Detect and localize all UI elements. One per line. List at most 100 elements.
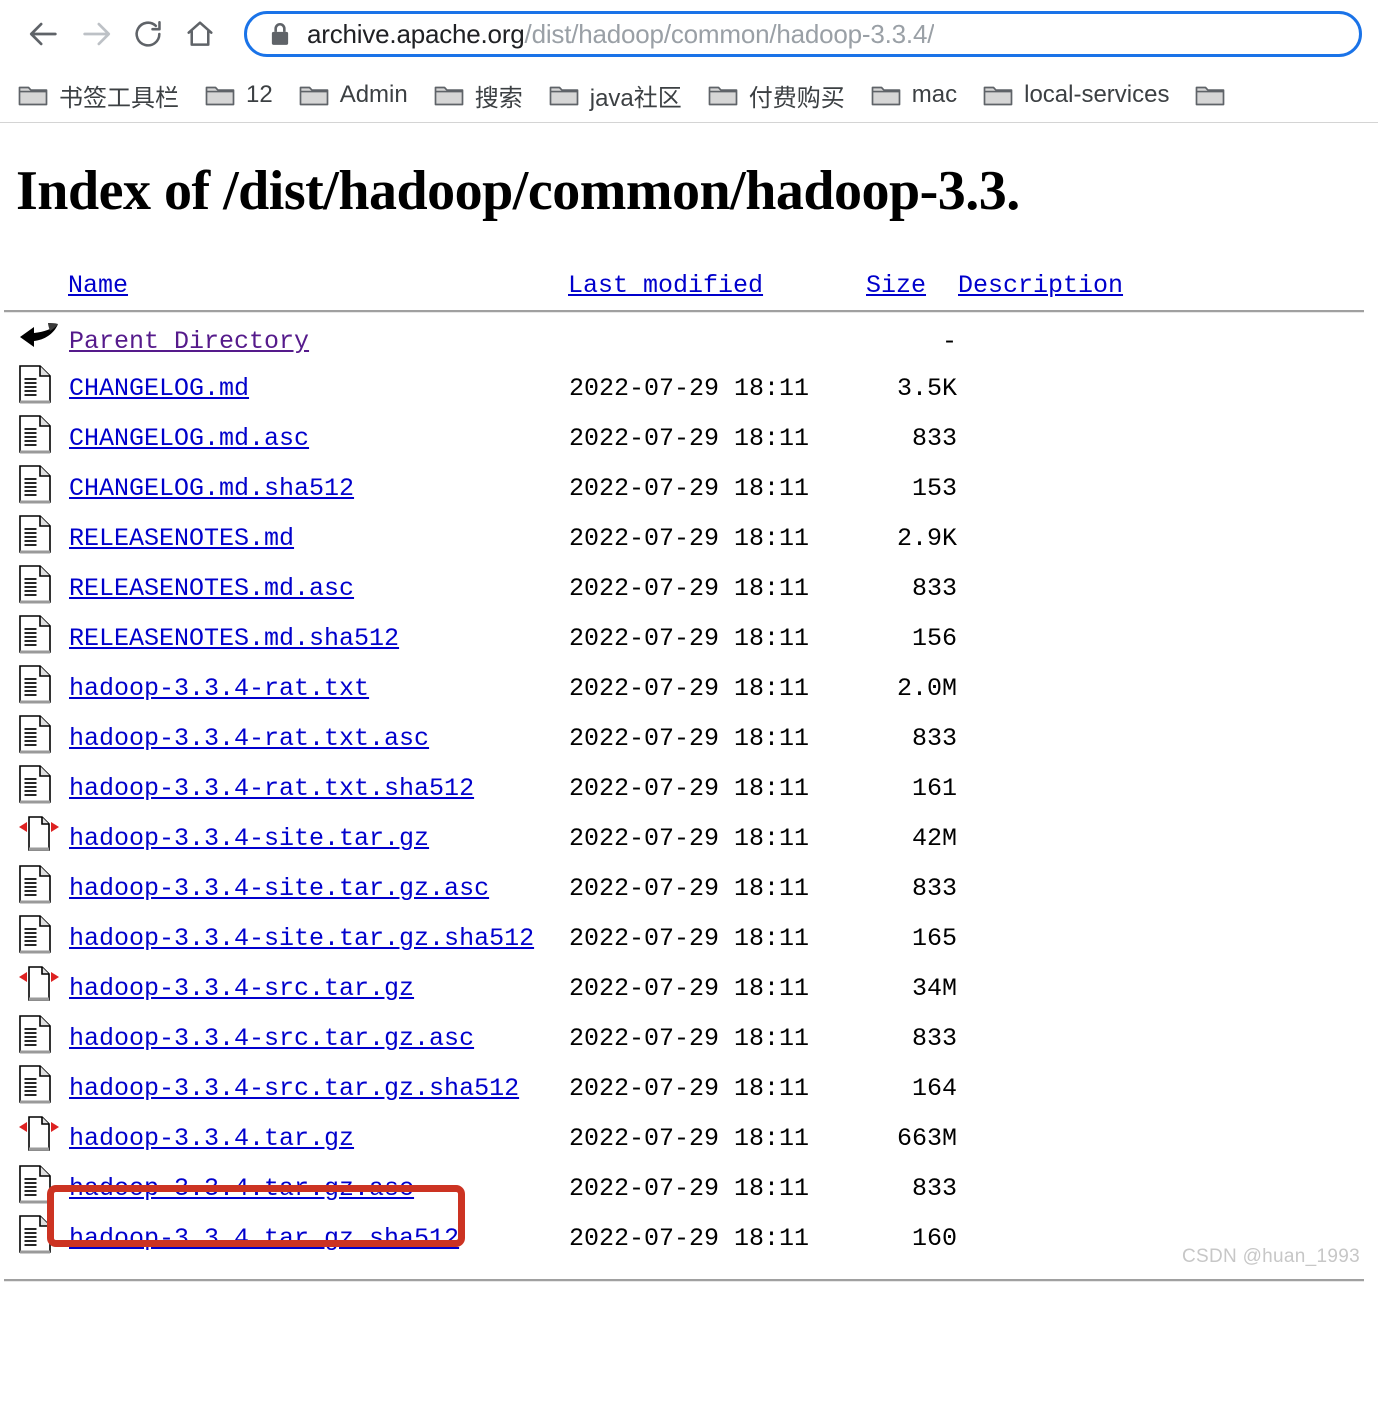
directory-index-page: Index of /dist/hadoop/common/hadoop-3.3.…	[0, 159, 1378, 1283]
row-last-modified-cell: 2022-07-29 18:11	[569, 523, 810, 553]
file-link[interactable]: hadoop-3.3.4-site.tar.gz	[69, 824, 429, 853]
bookmark-item-12[interactable]: 12	[205, 75, 273, 115]
footer-divider	[4, 1279, 1364, 1283]
row-last-modified-cell: 2022-07-29 18:11	[569, 423, 810, 453]
row-name-cell: hadoop-3.3.4-rat.txt.sha512	[68, 763, 568, 813]
row-description-cell	[958, 813, 1158, 863]
header-name-link[interactable]: Name	[68, 271, 128, 300]
header-size-link[interactable]: Size	[866, 271, 926, 300]
bookmark-label: 付费购买	[748, 84, 845, 112]
file-link[interactable]: hadoop-3.3.4.tar.gz.asc	[69, 1174, 414, 1203]
row-icon-cell	[4, 813, 68, 863]
row-last-modified-cell: 2022-07-29 18:11	[569, 823, 810, 853]
file-link[interactable]: CHANGELOG.md.asc	[69, 424, 309, 453]
row-icon-cell	[4, 1013, 68, 1063]
bookmark-item-mac[interactable]: mac	[871, 75, 957, 115]
row-icon-cell	[4, 463, 68, 513]
home-button[interactable]	[178, 12, 222, 56]
forward-button[interactable]	[74, 12, 118, 56]
back-button[interactable]	[22, 12, 66, 56]
table-row: hadoop-3.3.4-src.tar.gz 2022-07-29 18:11 3…	[4, 963, 1158, 1013]
url-path: /dist/hadoop/common/hadoop-3.3.4/	[524, 18, 935, 49]
text-file-icon	[18, 1064, 52, 1112]
row-last-modified-cell: 2022-07-29 18:11	[569, 1073, 810, 1103]
row-name-cell: CHANGELOG.md.asc	[68, 413, 568, 463]
header-last-modified-link[interactable]: Last modified	[568, 271, 763, 300]
file-link[interactable]: hadoop-3.3.4-rat.txt.asc	[69, 724, 429, 753]
table-row: hadoop-3.3.4-rat.txt.asc 2022-07-29 18:11…	[4, 713, 1158, 763]
row-size-cell: 2.0M	[896, 673, 957, 703]
folder-icon	[1195, 83, 1225, 107]
file-link[interactable]: hadoop-3.3.4.tar.gz.sha512	[69, 1224, 459, 1253]
arrow-left-icon	[27, 17, 61, 51]
table-row: hadoop-3.3.4-src.tar.gz.sha512 2022-07-29…	[4, 1063, 1158, 1113]
text-file-icon	[18, 364, 52, 412]
row-last-modified-cell: 2022-07-29 18:11	[569, 1023, 810, 1053]
bookmark-item-搜索[interactable]: 搜索	[434, 75, 523, 115]
text-file-icon	[18, 764, 52, 812]
text-file-icon	[18, 564, 52, 612]
text-file-icon	[18, 1214, 52, 1262]
back-arrow-icon	[18, 320, 62, 362]
bookmark-item-付费购买[interactable]: 付费购买	[708, 75, 845, 115]
browser-chrome: archive.apache.org/dist/hadoop/common/ha…	[0, 0, 1378, 123]
bookmark-item-local-services[interactable]: local-services	[983, 75, 1169, 115]
bookmark-item-书签工具栏[interactable]: 书签工具栏	[18, 75, 179, 115]
watermark: CSDN @huan_1993	[1181, 1246, 1360, 1268]
row-description-cell	[958, 763, 1158, 813]
folder-icon	[18, 83, 48, 107]
file-link[interactable]: hadoop-3.3.4-site.tar.gz.sha512	[69, 924, 534, 953]
header-divider	[4, 310, 1364, 314]
header-description-link[interactable]: Description	[958, 271, 1123, 300]
arrow-right-icon	[79, 17, 113, 51]
file-link[interactable]: hadoop-3.3.4-src.tar.gz.asc	[69, 1024, 474, 1053]
table-row: hadoop-3.3.4-rat.txt.sha512 2022-07-29 18…	[4, 763, 1158, 813]
header-size[interactable]: Size	[866, 271, 958, 306]
row-size-cell: 165	[911, 923, 957, 953]
row-size-cell: 833	[911, 1023, 957, 1053]
bookmark-label: mac	[911, 81, 958, 108]
bookmark-item-Admin[interactable]: Admin	[299, 75, 408, 115]
row-name-cell: hadoop-3.3.4-site.tar.gz.sha512	[68, 913, 568, 963]
address-bar[interactable]: archive.apache.org/dist/hadoop/common/ha…	[244, 11, 1362, 57]
compressed-file-icon	[18, 964, 60, 1012]
file-link[interactable]: RELEASENOTES.md	[69, 524, 294, 553]
table-row: hadoop-3.3.4.tar.gz.asc 2022-07-29 18:11 8…	[4, 1163, 1158, 1213]
url-text: archive.apache.org/dist/hadoop/common/ha…	[307, 19, 934, 50]
table-row: RELEASENOTES.md.asc 2022-07-29 18:11 833	[4, 563, 1158, 613]
row-size-cell: 833	[911, 873, 957, 903]
row-name-cell: RELEASENOTES.md.asc	[68, 563, 568, 613]
row-icon-cell	[4, 613, 68, 663]
row-icon-cell	[4, 963, 68, 1013]
reload-button[interactable]	[126, 12, 170, 56]
file-link[interactable]: CHANGELOG.md.sha512	[69, 474, 354, 503]
row-description-cell	[958, 1163, 1158, 1213]
file-link[interactable]: RELEASENOTES.md.sha512	[69, 624, 399, 653]
bookmark-item-java社区[interactable]: java社区	[549, 75, 682, 115]
reload-icon	[132, 18, 164, 50]
bookmark-item-overflow[interactable]	[1195, 75, 1225, 115]
header-description[interactable]: Description	[958, 271, 1158, 306]
row-description-cell	[958, 319, 1158, 363]
header-last-modified[interactable]: Last modified	[568, 271, 866, 306]
file-link[interactable]: hadoop-3.3.4-rat.txt	[69, 674, 369, 703]
row-last-modified-cell: 2022-07-29 18:11	[569, 873, 810, 903]
table-row: hadoop-3.3.4-site.tar.gz.asc 2022-07-29 1…	[4, 863, 1158, 913]
text-file-icon	[18, 914, 52, 962]
file-link[interactable]: hadoop-3.3.4-rat.txt.sha512	[69, 774, 474, 803]
file-link[interactable]: CHANGELOG.md	[69, 374, 249, 403]
folder-icon	[549, 83, 579, 107]
row-icon-cell	[4, 1063, 68, 1113]
row-description-cell	[958, 413, 1158, 463]
row-icon-cell	[4, 1213, 68, 1263]
row-icon-cell	[4, 413, 68, 463]
file-link[interactable]: hadoop-3.3.4-site.tar.gz.asc	[69, 874, 489, 903]
file-link[interactable]: hadoop-3.3.4-src.tar.gz	[69, 974, 414, 1003]
file-link[interactable]: Parent Directory	[69, 327, 309, 356]
file-link[interactable]: RELEASENOTES.md.asc	[69, 574, 354, 603]
header-name[interactable]: Name	[68, 271, 568, 306]
file-link[interactable]: hadoop-3.3.4.tar.gz	[69, 1124, 354, 1153]
file-link[interactable]: hadoop-3.3.4-src.tar.gz.sha512	[69, 1074, 519, 1103]
text-file-icon	[18, 664, 52, 712]
row-icon-cell	[4, 363, 68, 413]
